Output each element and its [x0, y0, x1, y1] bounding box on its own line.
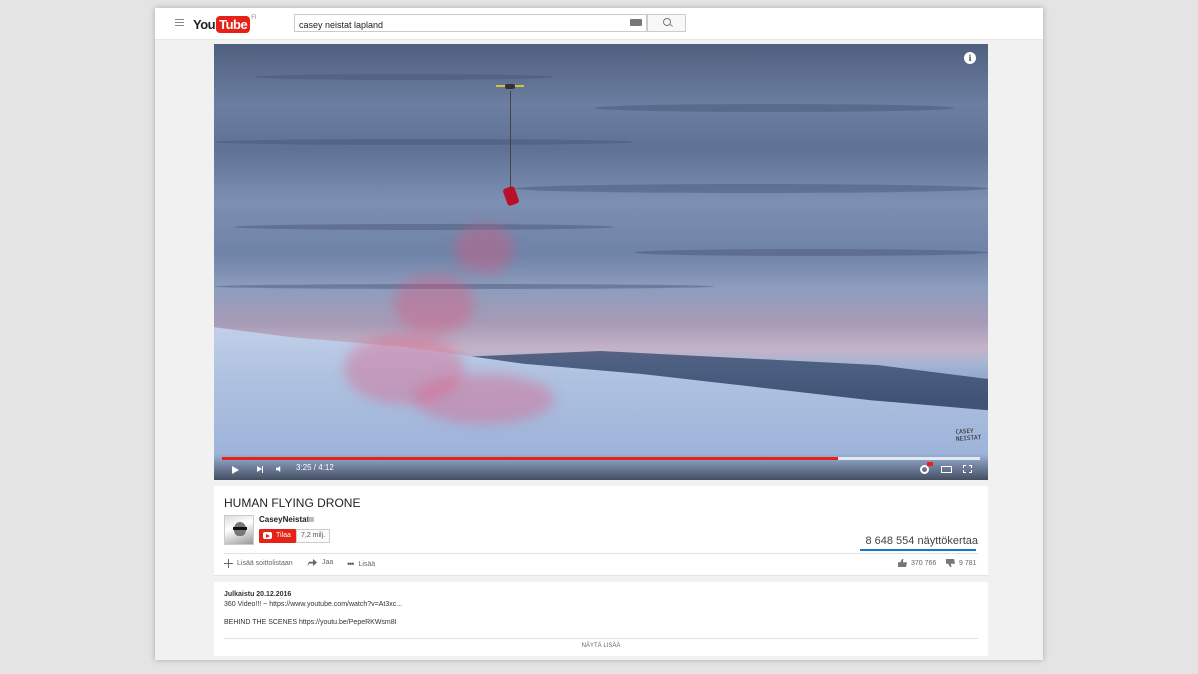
publish-date: Julkaistu 20.12.2016 [224, 591, 292, 598]
description-line: 360 Video!!! ~ https://www.youtube.com/w… [224, 601, 403, 608]
subscribe-label: Tilaa [276, 532, 291, 539]
next-icon[interactable] [257, 465, 263, 473]
add-icon [224, 559, 233, 568]
drone-icon [496, 82, 524, 91]
channel-avatar[interactable] [224, 515, 254, 545]
more-button[interactable]: ••• Lisää [347, 559, 375, 569]
thumbs-down-icon [946, 559, 955, 567]
divider [224, 553, 978, 554]
theater-mode-icon[interactable] [941, 466, 952, 473]
search-input[interactable] [295, 17, 619, 33]
thumbs-up-icon [898, 559, 907, 567]
keyboard-icon[interactable] [630, 19, 642, 26]
share-button[interactable]: Jaa [307, 559, 333, 566]
channel-name-link[interactable]: CaseyNeistat [259, 515, 309, 524]
browser-window: You Tube FI i CASEY NEIST [155, 8, 1043, 660]
masthead: You Tube FI [155, 8, 1043, 40]
logo-text-you: You [193, 16, 216, 32]
video-frame-red-smoke [414, 374, 554, 424]
like-button[interactable]: 370 766 [898, 559, 936, 567]
view-count-bar [860, 549, 976, 551]
description-line: BEHIND THE SCENES https://youtu.be/PepeR… [224, 619, 397, 626]
player-controls: 3:25 / 4:12 [214, 454, 988, 480]
video-frame-red-smoke [454, 224, 514, 274]
settings-gear-icon[interactable] [920, 465, 929, 474]
search-box [294, 14, 647, 33]
video-frame-cloud [594, 104, 954, 112]
video-frame-cloud [234, 224, 614, 230]
video-frame-cloud [214, 139, 634, 145]
view-count: 8 648 554 näyttökertaa [865, 535, 978, 547]
search-icon [663, 18, 671, 26]
fullscreen-icon[interactable] [963, 465, 972, 473]
drone-rope [510, 91, 511, 191]
like-count: 370 766 [911, 559, 937, 567]
dislike-button[interactable]: 9 781 [946, 559, 977, 567]
video-title: HUMAN FLYING DRONE [224, 496, 361, 510]
subscriber-count: 7,2 milj. [296, 529, 331, 543]
dislike-count: 9 781 [959, 559, 977, 567]
video-player[interactable]: i CASEY NEISTAT 3:25 / 4:12 [214, 44, 988, 480]
more-dots-icon: ••• [347, 559, 355, 569]
video-frame-cloud [254, 74, 554, 80]
hd-badge [927, 462, 933, 466]
play-icon[interactable] [232, 466, 239, 474]
info-icon[interactable]: i [964, 52, 976, 64]
video-frame-red-smoke [394, 274, 474, 334]
video-frame-cloud [514, 184, 988, 193]
verified-icon [308, 517, 314, 522]
video-frame-cloud [634, 249, 988, 256]
show-more-button[interactable]: NÄYTÄ LISÄÄ [214, 643, 988, 649]
mute-icon[interactable] [276, 466, 281, 472]
description-panel: Julkaistu 20.12.2016 360 Video!!! ~ http… [214, 582, 988, 656]
logo-region-code: FI [251, 15, 257, 21]
logo-text-tube: Tube [216, 15, 251, 33]
youtube-play-icon [263, 532, 272, 539]
subscribe-button[interactable]: Tilaa [259, 529, 296, 543]
drone-body [505, 84, 515, 89]
search-button[interactable] [647, 14, 686, 32]
youtube-logo[interactable]: You Tube FI [193, 15, 257, 33]
progress-played [222, 457, 839, 460]
progress-bar[interactable] [222, 457, 980, 460]
add-to-playlist-label: Lisää soittolistaan [237, 559, 293, 567]
time-display: 3:25 / 4:12 [296, 463, 334, 472]
channel-watermark: CASEY NEISTAT [955, 427, 982, 443]
hamburger-menu-icon[interactable] [175, 19, 184, 26]
share-icon [307, 559, 317, 566]
more-label: Lisää [358, 560, 376, 568]
video-info-panel: HUMAN FLYING DRONE CaseyNeistat Tilaa 7,… [214, 486, 988, 576]
add-to-playlist-button[interactable]: Lisää soittolistaan [224, 559, 293, 568]
divider [224, 638, 978, 639]
share-label: Jaa [322, 559, 334, 566]
